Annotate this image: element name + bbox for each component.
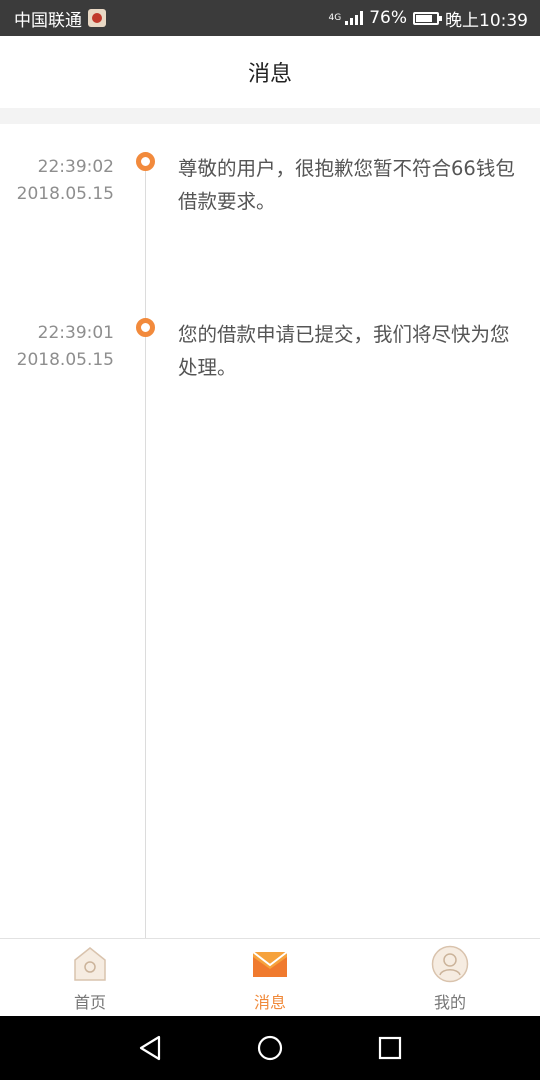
timeline-line: [145, 168, 146, 938]
message-time: 22:39:01: [37, 323, 114, 343]
clock: 晚上10:39: [445, 10, 528, 31]
battery-percent: 76%: [369, 8, 407, 28]
message-item[interactable]: 22:39:01 2018.05.15 您的借款申请已提交，我们将尽快为您处理。: [0, 290, 540, 380]
status-bar: 中国联通 4G 76% 晚上10:39: [0, 0, 540, 36]
status-right: 4G 76% 晚上10:39: [329, 6, 529, 31]
header-divider: [0, 108, 540, 124]
system-nav-bar: [0, 1016, 540, 1080]
tab-home[interactable]: 首页: [0, 939, 180, 1016]
screen: 中国联通 4G 76% 晚上10:39 消息 22:39:02 2018.05.…: [0, 0, 540, 1080]
mail-icon: [252, 951, 288, 977]
message-timeline[interactable]: 22:39:02 2018.05.15 尊敬的用户，很抱歉您暂不符合66钱包借款…: [0, 124, 540, 938]
header: 消息: [0, 36, 540, 108]
timeline-dot-icon: [136, 318, 155, 337]
recents-button[interactable]: [376, 1034, 404, 1062]
message-item[interactable]: 22:39:02 2018.05.15 尊敬的用户，很抱歉您暂不符合66钱包借款…: [0, 124, 540, 214]
tab-home-label: 首页: [73, 993, 106, 1012]
carrier-logo-icon: [88, 9, 106, 27]
recents-square-icon: [378, 1036, 402, 1060]
carrier-name: 中国联通: [14, 10, 82, 31]
message-date: 2018.05.15: [16, 350, 114, 370]
home-button[interactable]: [256, 1034, 284, 1062]
battery-icon: [413, 11, 442, 25]
tab-profile[interactable]: 我的: [360, 939, 540, 1016]
message-time: 22:39:02: [37, 157, 114, 177]
home-circle-icon: [257, 1035, 283, 1061]
user-icon: [431, 945, 469, 983]
back-triangle-icon: [139, 1035, 161, 1061]
bottom-tab-bar: 首页 消息 我的: [0, 938, 540, 1016]
message-text: 尊敬的用户，很抱歉您暂不符合66钱包借款要求。: [178, 157, 515, 213]
tab-profile-label: 我的: [433, 993, 466, 1012]
home-icon: [74, 947, 106, 981]
timeline-dot-icon: [136, 152, 155, 171]
network-type: 4G: [328, 12, 342, 23]
status-left: 中国联通: [14, 6, 106, 31]
signal-icon: [345, 11, 364, 25]
tab-messages[interactable]: 消息: [180, 939, 360, 1016]
page-title: 消息: [247, 62, 292, 87]
message-timestamp: 22:39:02 2018.05.15: [0, 154, 114, 208]
message-date: 2018.05.15: [16, 184, 114, 204]
message-timestamp: 22:39:01 2018.05.15: [0, 320, 114, 374]
tab-messages-label: 消息: [253, 993, 286, 1012]
message-text: 您的借款申请已提交，我们将尽快为您处理。: [178, 323, 510, 379]
back-button[interactable]: [136, 1034, 164, 1062]
